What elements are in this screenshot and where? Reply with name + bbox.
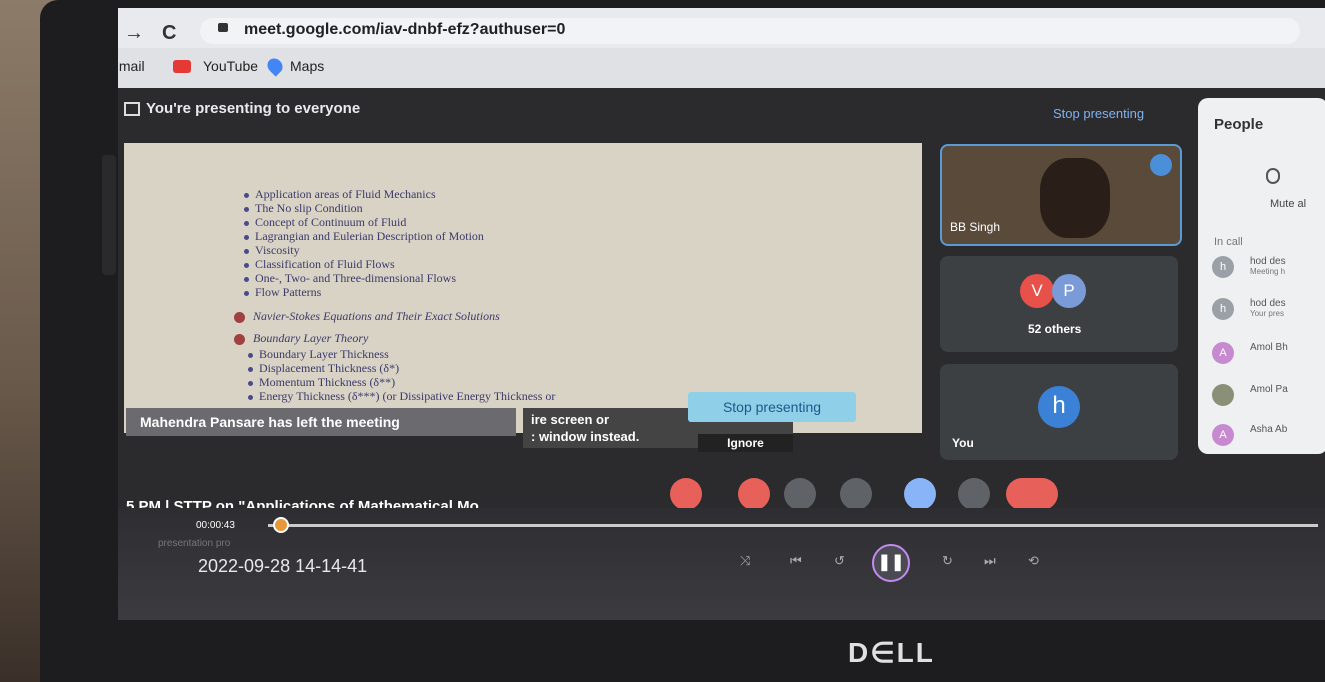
- participant-sub: Meeting h: [1250, 267, 1286, 276]
- speaker-tile[interactable]: BB Singh: [940, 144, 1182, 246]
- people-panel: People Mute al In call h hod des Meeting…: [1198, 98, 1325, 454]
- browser-toolbar: → C meet.google.com/iav-dnbf-efz?authuse…: [118, 8, 1325, 48]
- pause-button[interactable]: ❚❚: [872, 544, 910, 582]
- avatar: V: [1020, 274, 1054, 308]
- next-icon[interactable]: ⏭: [984, 553, 996, 569]
- participant-row[interactable]: h hod des Your pres: [1212, 298, 1325, 328]
- avatar: h: [1038, 386, 1080, 428]
- avatar: A: [1212, 424, 1234, 446]
- recording-timestamp: 2022-09-28 14-14-41: [198, 556, 368, 576]
- bookmark-youtube[interactable]: YouTube: [203, 58, 258, 74]
- camera-off-icon[interactable]: [738, 478, 770, 510]
- leave-call-icon[interactable]: [1006, 478, 1058, 510]
- slide-line: Concept of Continuum of Fluid: [244, 215, 406, 230]
- avatar: h: [1212, 298, 1234, 320]
- avatar: A: [1212, 342, 1234, 364]
- slide-section: Boundary Layer Theory: [234, 331, 368, 346]
- participant-name: Asha Ab: [1250, 424, 1288, 435]
- lock-icon: [218, 23, 228, 32]
- avatar: h: [1212, 256, 1234, 278]
- slide-line: The No slip Condition: [244, 201, 363, 216]
- ignore-button[interactable]: Ignore: [698, 434, 793, 452]
- left-meeting-toast: Mahendra Pansare has left the meeting: [126, 408, 516, 436]
- more-options-icon[interactable]: [958, 478, 990, 510]
- slide-section: Navier-Stokes Equations and Their Exact …: [234, 309, 500, 324]
- self-label: You: [952, 436, 974, 450]
- participant-name: Amol Bh: [1250, 342, 1288, 353]
- forward-icon[interactable]: →: [124, 22, 144, 45]
- participant-name: hod des: [1250, 298, 1286, 309]
- slide-line: Viscosity: [244, 243, 300, 258]
- slide-line: Displacement Thickness (δ*): [248, 361, 399, 376]
- previous-icon[interactable]: ⏮: [790, 553, 802, 569]
- youtube-icon: [173, 60, 191, 73]
- slide-line: Flow Patterns: [244, 285, 321, 300]
- others-count: 52 others: [1028, 322, 1082, 336]
- participant-row[interactable]: h hod des Meeting h: [1212, 256, 1325, 286]
- shared-slide: Application areas of Fluid Mechanics The…: [124, 143, 922, 433]
- present-icon: [124, 102, 140, 116]
- dell-logo: D∈LL: [848, 637, 935, 668]
- seek-handle[interactable]: [273, 517, 289, 533]
- url-text[interactable]: meet.google.com/iav-dnbf-efz?authuser=0: [244, 21, 565, 39]
- forward-30-icon[interactable]: ↻: [942, 553, 953, 569]
- avatar: [1212, 384, 1234, 406]
- reload-icon[interactable]: C: [162, 22, 176, 45]
- laptop-screen: → C meet.google.com/iav-dnbf-efz?authuse…: [118, 8, 1325, 620]
- slide-line: Classification of Fluid Flows: [244, 257, 395, 272]
- presenting-banner: You're presenting to everyone: [146, 100, 361, 117]
- elapsed-time: 00:00:43: [196, 520, 235, 531]
- others-tile[interactable]: V P 52 others: [940, 256, 1178, 352]
- participant-name: Amol Pa: [1250, 384, 1288, 395]
- seek-bar[interactable]: [268, 524, 1318, 527]
- in-call-label: In call: [1214, 236, 1243, 248]
- slide-line: One-, Two- and Three-dimensional Flows: [244, 271, 456, 286]
- participant-sub: Your pres: [1250, 309, 1284, 318]
- present-now-icon[interactable]: [904, 478, 936, 510]
- mute-all-button[interactable]: Mute al: [1270, 198, 1306, 210]
- panel-title: People: [1214, 116, 1264, 133]
- participant-name: hod des: [1250, 256, 1286, 267]
- small-label: presentation pro: [158, 538, 231, 549]
- speaker-video: [1040, 158, 1110, 238]
- self-tile[interactable]: h You: [940, 364, 1178, 460]
- video-player-bar: 00:00:43 presentation pro 2022-09-28 14-…: [118, 508, 1325, 620]
- repeat-icon[interactable]: ⟲: [1028, 553, 1039, 569]
- slide-line: Energy Thickness (δ***) (or Dissipative …: [248, 389, 555, 404]
- slide-line: Momentum Thickness (δ**): [248, 375, 395, 390]
- shuffle-icon[interactable]: ⤨: [740, 553, 750, 569]
- participant-row[interactable]: A Amol Bh: [1212, 342, 1325, 372]
- bezel-speaker: [102, 155, 116, 275]
- speaker-name: BB Singh: [950, 220, 1001, 234]
- bookmark-maps[interactable]: Maps: [290, 58, 324, 74]
- meet-area: You're presenting to everyone Stop prese…: [118, 88, 1325, 620]
- rewind-10-icon[interactable]: ↺: [834, 553, 845, 569]
- raise-hand-icon[interactable]: [840, 478, 872, 510]
- participant-row[interactable]: Amol Pa: [1212, 384, 1325, 414]
- mic-off-icon[interactable]: [1266, 168, 1280, 184]
- captions-icon[interactable]: [784, 478, 816, 510]
- slide-line: Lagrangian and Eulerian Description of M…: [244, 229, 484, 244]
- slide-line: Boundary Layer Thickness: [248, 347, 389, 362]
- slide-line: Application areas of Fluid Mechanics: [244, 187, 436, 202]
- stop-presenting-button[interactable]: Stop presenting: [688, 392, 856, 422]
- stop-presenting-link[interactable]: Stop presenting: [1053, 106, 1144, 121]
- mic-off-icon[interactable]: [670, 478, 702, 510]
- bookmark-gmail[interactable]: Gmail: [118, 58, 145, 74]
- speaking-indicator-icon: [1150, 154, 1172, 176]
- avatar: P: [1052, 274, 1086, 308]
- participant-row[interactable]: A Asha Ab: [1212, 424, 1325, 454]
